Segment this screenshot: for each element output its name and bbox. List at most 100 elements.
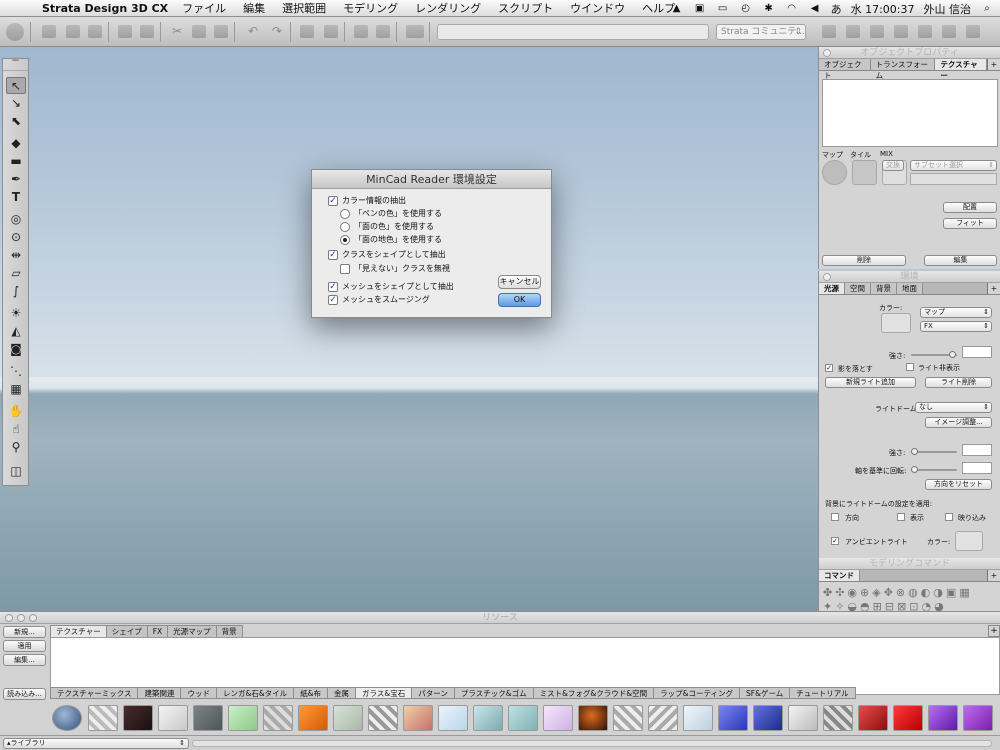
texture-thumb[interactable] bbox=[718, 705, 748, 731]
copy-icon[interactable] bbox=[192, 25, 206, 38]
grid-tool-icon[interactable]: ▦ bbox=[6, 381, 26, 398]
edit-button[interactable]: 編集 bbox=[924, 255, 997, 266]
spotlight-tool-icon[interactable]: ◭ bbox=[6, 323, 26, 340]
subset-select[interactable]: サブセット選択 bbox=[910, 160, 997, 171]
modeling-command-icons-row2[interactable]: ✦✧◒◓⊞⊟⊠⊡◔◕ bbox=[823, 600, 947, 611]
menubar-user[interactable]: 外山 信治 bbox=[924, 1, 972, 17]
camera-tool-icon[interactable]: ◙ bbox=[6, 341, 26, 358]
add-tab-icon[interactable]: + bbox=[986, 283, 1000, 294]
menu-window[interactable]: ウインドウ bbox=[570, 0, 625, 16]
light-color-swatch[interactable] bbox=[881, 313, 911, 333]
menu-modeling[interactable]: モデリング bbox=[343, 0, 398, 16]
library-select[interactable]: ▴ライブラリ bbox=[3, 738, 189, 749]
save-icon[interactable] bbox=[88, 25, 102, 38]
texture-thumb[interactable] bbox=[578, 705, 608, 731]
texture-thumb[interactable] bbox=[613, 705, 643, 731]
add-tab-icon[interactable]: + bbox=[986, 59, 1000, 70]
add-tab-icon[interactable]: + bbox=[986, 570, 1000, 581]
texture-thumb[interactable] bbox=[193, 705, 223, 731]
send-icon[interactable] bbox=[894, 25, 908, 38]
class-as-shape-checkbox[interactable]: ✓ クラスをシェイプとして抽出 bbox=[328, 249, 446, 260]
category-tab[interactable]: プラスチック&ゴム bbox=[453, 687, 534, 699]
input-mode-indicator[interactable]: あ bbox=[831, 1, 842, 17]
display-checkbox[interactable] bbox=[897, 513, 905, 521]
tab-ground[interactable]: 地面 bbox=[897, 283, 923, 294]
category-tab[interactable]: 建築関連 bbox=[137, 687, 182, 699]
mesh-as-shape-checkbox[interactable]: ✓ メッシュをシェイプとして抽出 bbox=[328, 281, 454, 292]
menu-edit[interactable]: 編集 bbox=[243, 0, 265, 16]
new-resource-button[interactable]: 新規... bbox=[3, 626, 46, 638]
delete-light-button[interactable]: ライト削除 bbox=[925, 377, 992, 388]
tab-transform[interactable]: トランスフォーム bbox=[870, 59, 936, 80]
dome-intensity-slider[interactable] bbox=[911, 448, 957, 455]
community-dropdown[interactable]: Strata コミュニテ... bbox=[716, 24, 806, 40]
extrude-tool-icon[interactable]: ▱ bbox=[6, 265, 26, 282]
rotate-input[interactable] bbox=[962, 462, 992, 474]
texture-thumb[interactable] bbox=[473, 705, 503, 731]
fit-view-icon[interactable] bbox=[324, 25, 338, 38]
category-tab[interactable]: パターン bbox=[411, 687, 455, 699]
add-light-button[interactable]: 新規ライト追加 bbox=[825, 377, 916, 388]
category-tab[interactable]: レンガ&石&タイル bbox=[215, 687, 295, 699]
slider-knob[interactable] bbox=[911, 448, 918, 455]
render-icon[interactable] bbox=[822, 25, 836, 38]
tab-texture[interactable]: テクスチャー bbox=[935, 59, 987, 80]
time-machine-icon[interactable]: ◴ bbox=[739, 3, 753, 15]
texture-thumb[interactable] bbox=[543, 705, 573, 731]
close-icon[interactable] bbox=[823, 49, 831, 57]
share-icon[interactable] bbox=[942, 25, 956, 38]
link-tool-icon[interactable]: ⋱ bbox=[6, 363, 26, 380]
fit-button[interactable]: フィット bbox=[943, 218, 997, 229]
modeling-command-icons[interactable]: ✤✣◉⊕◈✥⊗◍◐◑▣▦ bbox=[823, 586, 973, 599]
texture-thumb[interactable] bbox=[158, 705, 188, 731]
intensity-slider[interactable] bbox=[911, 351, 957, 358]
tab-background[interactable]: 背景 bbox=[871, 283, 897, 294]
reset-direction-button[interactable]: 方向をリセット bbox=[925, 479, 992, 490]
category-tab[interactable]: 紙&布 bbox=[293, 687, 329, 699]
lock-icon[interactable] bbox=[918, 25, 932, 38]
direct-select-tool-icon[interactable]: ↘ bbox=[6, 95, 26, 112]
ignore-invisible-checkbox[interactable]: 「見えない」クラスを無視 bbox=[340, 263, 450, 274]
undo-icon[interactable]: ↶ bbox=[246, 25, 260, 38]
smooth-mesh-checkbox[interactable]: ✓ メッシュをスムージング bbox=[328, 294, 430, 305]
texture-thumb[interactable] bbox=[928, 705, 958, 731]
texture-thumb[interactable] bbox=[123, 705, 153, 731]
map-sphere-icon[interactable] bbox=[822, 160, 847, 185]
adobe-icon[interactable]: ▲ bbox=[670, 3, 684, 15]
export-icon[interactable] bbox=[870, 25, 884, 38]
texture-thumb[interactable] bbox=[788, 705, 818, 731]
rectangle-tool-icon[interactable]: ▬ bbox=[6, 153, 26, 170]
category-tab[interactable]: テクスチャーミックス bbox=[50, 687, 139, 699]
open-folder-icon[interactable] bbox=[66, 25, 80, 38]
apply-resource-button[interactable]: 適用 bbox=[3, 640, 46, 652]
tab-shapes[interactable]: シェイプ bbox=[105, 625, 148, 637]
tab-object[interactable]: オブジェクト bbox=[819, 59, 871, 80]
frame-icon[interactable] bbox=[300, 25, 314, 38]
ambient-checkbox[interactable]: ✓ bbox=[831, 537, 839, 545]
align-icon[interactable] bbox=[354, 25, 368, 38]
pen-color-radio[interactable]: 「ペンの色」を使用する bbox=[340, 208, 442, 219]
texture-thumb[interactable] bbox=[508, 705, 538, 731]
texture-list[interactable] bbox=[822, 79, 998, 147]
edit-resource-button[interactable]: 編集... bbox=[3, 654, 46, 666]
texture-thumb[interactable] bbox=[298, 705, 328, 731]
direction-checkbox[interactable] bbox=[831, 513, 839, 521]
select-tool-icon[interactable]: ↖ bbox=[6, 77, 26, 94]
rotate-slider[interactable] bbox=[911, 466, 957, 473]
radio-icon[interactable] bbox=[340, 208, 350, 219]
checkbox-unchecked-icon[interactable] bbox=[340, 263, 350, 274]
new-doc-icon[interactable] bbox=[42, 25, 56, 38]
delete-button[interactable]: 削除 bbox=[822, 255, 906, 266]
tab-light-maps[interactable]: 光源マップ bbox=[167, 625, 217, 637]
tab-fx[interactable]: FX bbox=[146, 625, 169, 637]
texture-thumb[interactable] bbox=[858, 705, 888, 731]
texture-thumb[interactable] bbox=[683, 705, 713, 731]
toolbar-text-field[interactable] bbox=[437, 24, 709, 40]
tab-backgrounds[interactable]: 背景 bbox=[215, 625, 243, 637]
cut-icon[interactable]: ✂ bbox=[170, 25, 184, 38]
ambient-color-swatch[interactable] bbox=[955, 531, 983, 551]
add-tab-icon[interactable]: + bbox=[988, 625, 1000, 637]
ok-button[interactable]: OK bbox=[498, 293, 541, 307]
texture-thumb[interactable] bbox=[438, 705, 468, 731]
light-tool-icon[interactable]: ☀ bbox=[6, 305, 26, 322]
